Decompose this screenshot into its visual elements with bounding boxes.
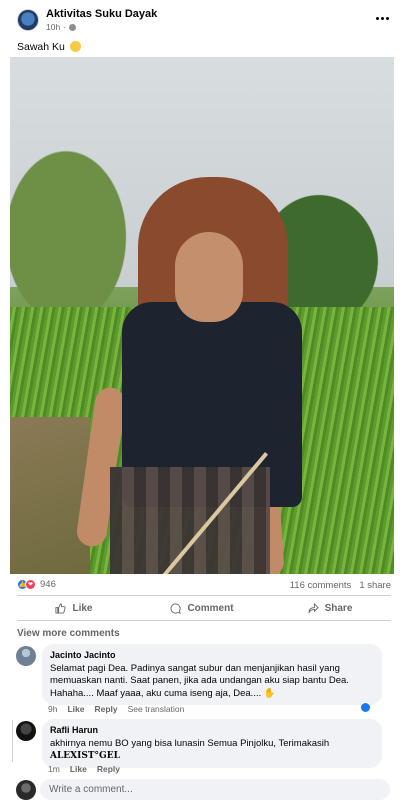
comments-count[interactable]: 116 comments [290,580,352,591]
post-time[interactable]: 10h [46,22,60,32]
comment-button[interactable]: Comment [138,598,266,618]
post-caption: Sawah Ku [17,41,81,53]
share-icon [308,602,319,613]
love-reaction-icon: ❤ [25,579,36,590]
reaction-count: 946 [40,579,56,590]
post-meta: 10h · [46,22,77,32]
comment-bubble: Jacinto Jacinto Selamat pagi Dea. Padiny… [42,644,382,705]
comment-reply-button[interactable]: Reply [97,764,120,774]
my-avatar[interactable] [16,780,36,800]
comment-like-button[interactable]: Like [70,764,87,774]
waving-hand-emoji-icon: ✋ [263,687,276,699]
post-stats: 👍 ❤ 946 116 comments 1 share [17,578,391,594]
view-more-comments-link[interactable]: View more comments [17,628,120,639]
dot-icon [375,16,379,20]
post-header: Aktivitas Suku Dayak 10h · [0,0,404,36]
see-translation-link[interactable]: See translation [128,704,185,714]
more-options-button[interactable] [374,10,390,26]
comment-label: Comment [187,602,234,614]
comment-reply-button[interactable]: Reply [94,704,117,714]
photo-path [10,417,90,574]
comment-meta: 9h Like Reply See translation [48,704,184,714]
like-button[interactable]: Like [10,598,138,618]
reactions-summary[interactable]: 👍 ❤ 946 [17,579,56,590]
write-comment-input[interactable]: Write a comment... [40,779,390,800]
meta-separator: · [63,22,67,32]
comment-author[interactable]: Jacinto Jacinto [50,649,374,662]
comment-text: Selamat pagi Dea. Padinya sangat subur d… [50,662,349,699]
comment-like-button[interactable]: Like [67,704,84,714]
photo-person-skirt [110,467,270,574]
dot-icon [380,16,384,20]
stats-right: 116 comments 1 share [290,580,391,591]
comment-bubble: Rafli Harun akhirnya nemu BO yang bisa l… [42,719,382,768]
shares-count[interactable]: 1 share [359,580,391,591]
post-photo[interactable] [10,57,394,574]
share-button[interactable]: Share [266,598,394,618]
divider [17,595,391,596]
like-reaction-icon[interactable] [360,702,371,713]
dot-icon [385,16,389,20]
grinning-face-emoji-icon [69,41,81,52]
divider [17,620,391,621]
commenter-avatar[interactable] [16,646,36,666]
comment-time[interactable]: 1m [48,764,60,774]
comment-text-line2: ALEXIST°GEL [50,751,120,761]
caption-text: Sawah Ku [17,41,65,53]
commenter-avatar[interactable] [16,721,36,741]
write-comment-placeholder: Write a comment... [49,784,133,795]
page-avatar[interactable] [17,9,39,31]
thumbs-up-icon [55,602,67,614]
comment-time[interactable]: 9h [48,704,57,714]
page-name[interactable]: Aktivitas Suku Dayak [46,8,157,20]
thread-line [12,720,13,762]
comment-author[interactable]: Rafli Harun [50,724,374,737]
post-actions: Like Comment Share [10,598,394,618]
like-label: Like [72,602,93,614]
comment-text: akhirnya nemu BO yang bisa lunasin Semua… [50,737,330,749]
comment-meta: 1m Like Reply [48,764,120,774]
globe-icon [69,23,77,31]
photo-person-face [175,232,243,322]
share-label: Share [324,602,353,614]
comment-icon [170,602,182,614]
